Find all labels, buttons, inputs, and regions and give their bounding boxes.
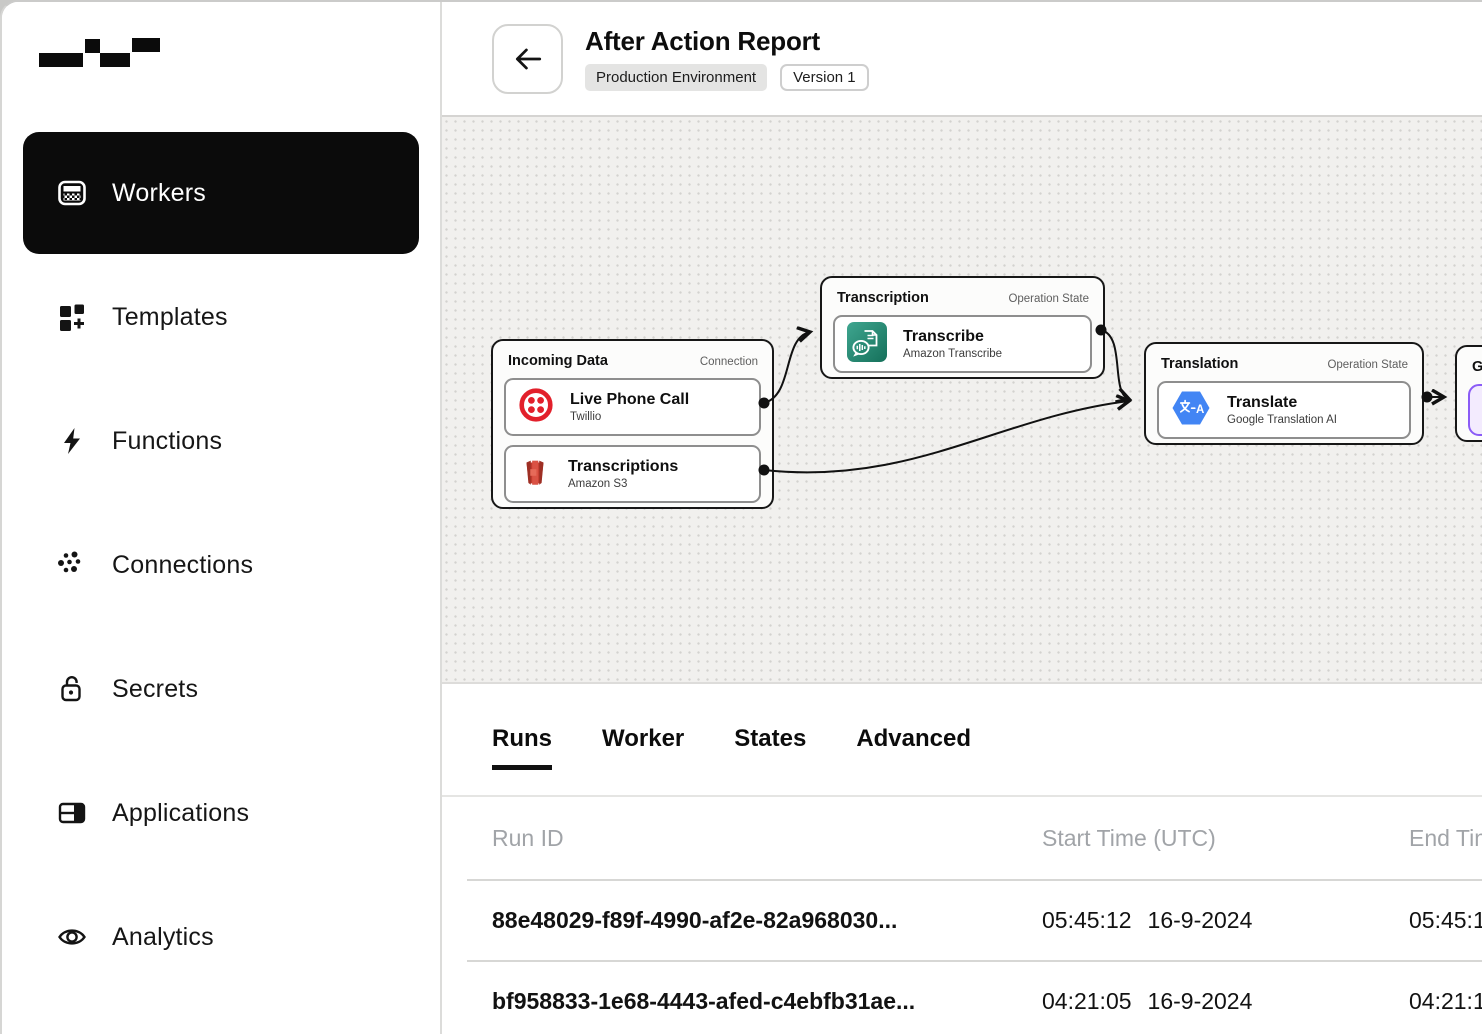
op-card-title: Transcriptions	[568, 457, 679, 475]
arrow-left-icon	[515, 48, 541, 69]
end-time-cell: 04:21:1	[1409, 988, 1482, 1014]
app-window: Workers Templates Functions Connections …	[0, 0, 1482, 1034]
version-badge: Version 1	[780, 64, 869, 91]
layout-window-icon	[57, 798, 87, 828]
op-card-title: Live Phone Call	[570, 390, 690, 408]
badges: Production Environment Version 1	[585, 64, 869, 91]
runs-table: Run ID Start Time (UTC) End Tim 88e48029…	[442, 797, 1482, 1034]
column-header-start-time: Start Time (UTC)	[1042, 824, 1216, 851]
op-card-subtitle: Google Translation AI	[1227, 414, 1337, 427]
sidebar-item-label: Secrets	[112, 674, 199, 703]
tab-worker[interactable]: Worker	[602, 725, 684, 770]
environment-badge: Production Environment	[585, 64, 768, 91]
start-time-cell: 04:21:05 16-9-2024	[1042, 988, 1409, 1015]
tab-runs[interactable]: Runs	[492, 725, 552, 770]
sidebar-item-label: Connections	[112, 550, 254, 579]
twilio-icon	[518, 387, 554, 428]
page-header: After Action Report Production Environme…	[442, 2, 1482, 117]
tab-states[interactable]: States	[734, 725, 806, 770]
amazon-s3-icon	[518, 455, 552, 494]
sidebar-item-label: Workers	[112, 178, 207, 207]
op-card-subtitle: Twillio	[570, 411, 602, 424]
google-translate-icon: A	[1171, 390, 1211, 431]
sidebar-item-label: Analytics	[112, 922, 214, 951]
op-card-title: Transcribe	[903, 327, 984, 345]
node-type-label: Operation State	[1008, 293, 1089, 305]
node-title: Transcription	[837, 290, 929, 306]
svg-text:A: A	[1196, 404, 1204, 416]
start-date-value: 16-9-2024	[1147, 907, 1253, 933]
node-transcription[interactable]: Transcription Operation State Transcribe…	[820, 276, 1105, 379]
node-header: Translation Operation State	[1161, 356, 1408, 372]
workers-icon	[57, 178, 87, 208]
run-id-cell: 88e48029-f89f-4990-af2e-82a968030...	[492, 907, 898, 933]
dots-cluster-icon	[57, 550, 87, 580]
page-title: After Action Report	[585, 26, 821, 56]
lock-icon	[57, 674, 87, 704]
node-title: Translation	[1161, 356, 1239, 372]
start-time-value: 05:45:12	[1042, 907, 1132, 933]
sidebar-item-label: Functions	[112, 426, 223, 455]
sidebar-item-connections[interactable]: Connections	[23, 504, 419, 626]
edge-transcriptions-to-translation	[763, 401, 1129, 474]
pixel-logo-icon	[39, 38, 160, 67]
sidebar-item-applications[interactable]: Applications	[23, 752, 419, 874]
node-header: Ge	[1472, 359, 1482, 375]
start-time-value: 04:21:05	[1042, 988, 1132, 1014]
op-card-subtitle: Amazon Transcribe	[903, 348, 1003, 361]
title-block: After Action Report Production Environme…	[585, 26, 869, 91]
start-date-value: 16-9-2024	[1147, 988, 1253, 1014]
column-header-run-id: Run ID	[492, 824, 564, 851]
sidebar-item-secrets[interactable]: Secrets	[23, 628, 419, 750]
sidebar: Workers Templates Functions Connections …	[2, 2, 442, 1034]
table-header-row: Run ID Start Time (UTC) End Tim	[442, 797, 1482, 879]
table-row[interactable]: bf958833-1e68-4443-afed-c4ebfb31ae... 04…	[442, 962, 1482, 1034]
node-header: Incoming Data Connection	[508, 353, 758, 369]
node-incoming-data[interactable]: Incoming Data Connection Live Phone Call…	[491, 339, 774, 509]
sidebar-item-label: Templates	[112, 302, 228, 331]
lightning-bolt-icon	[57, 426, 87, 456]
sidebar-item-functions[interactable]: Functions	[23, 380, 419, 502]
tab-advanced[interactable]: Advanced	[856, 725, 971, 770]
node-title: Incoming Data	[508, 353, 608, 369]
main-panel: After Action Report Production Environme…	[442, 2, 1482, 1034]
amazon-transcribe-icon	[847, 321, 887, 367]
column-header-end-time: End Tim	[1409, 824, 1482, 851]
start-time-cell: 05:45:12 16-9-2024	[1042, 907, 1409, 934]
node-type-label: Operation State	[1327, 359, 1408, 371]
op-card-live-phone-call[interactable]: Live Phone Call Twillio	[504, 378, 761, 436]
run-id-cell: bf958833-1e68-4443-afed-c4ebfb31ae...	[492, 988, 916, 1014]
node-translation[interactable]: Translation Operation State A Translate	[1144, 342, 1424, 445]
node-type-label: Connection	[699, 356, 758, 368]
node-partial-right[interactable]: Ge	[1455, 345, 1482, 442]
back-button[interactable]	[492, 23, 563, 94]
sidebar-item-label: Applications	[112, 798, 250, 827]
node-header: Transcription Operation State	[837, 290, 1089, 306]
table-row[interactable]: 88e48029-f89f-4990-af2e-82a968030... 05:…	[442, 881, 1482, 960]
op-card-transcribe[interactable]: Transcribe Amazon Transcribe	[833, 315, 1092, 373]
end-time-cell: 05:45:1	[1409, 907, 1482, 933]
eye-icon	[57, 922, 87, 952]
templates-icon	[57, 302, 87, 332]
detail-tabs: Runs Worker States Advanced	[442, 684, 1482, 797]
op-card-subtitle: Amazon S3	[568, 478, 628, 491]
sidebar-nav: Workers Templates Functions Connections …	[2, 70, 440, 998]
op-card-translate[interactable]: A Translate Google Translation AI	[1157, 381, 1411, 439]
edge-transcribe-to-translation	[1100, 329, 1129, 399]
workflow-canvas[interactable]: Incoming Data Connection Live Phone Call…	[442, 117, 1482, 684]
sidebar-item-templates[interactable]: Templates	[23, 256, 419, 378]
sidebar-item-workers[interactable]: Workers	[23, 132, 419, 254]
op-card-title: Translate	[1227, 393, 1298, 411]
op-card-partial[interactable]	[1468, 384, 1482, 436]
brand-logo	[35, 38, 440, 70]
op-card-transcriptions[interactable]: Transcriptions Amazon S3	[504, 445, 761, 503]
node-title: Ge	[1472, 359, 1482, 375]
sidebar-item-analytics[interactable]: Analytics	[23, 876, 419, 998]
